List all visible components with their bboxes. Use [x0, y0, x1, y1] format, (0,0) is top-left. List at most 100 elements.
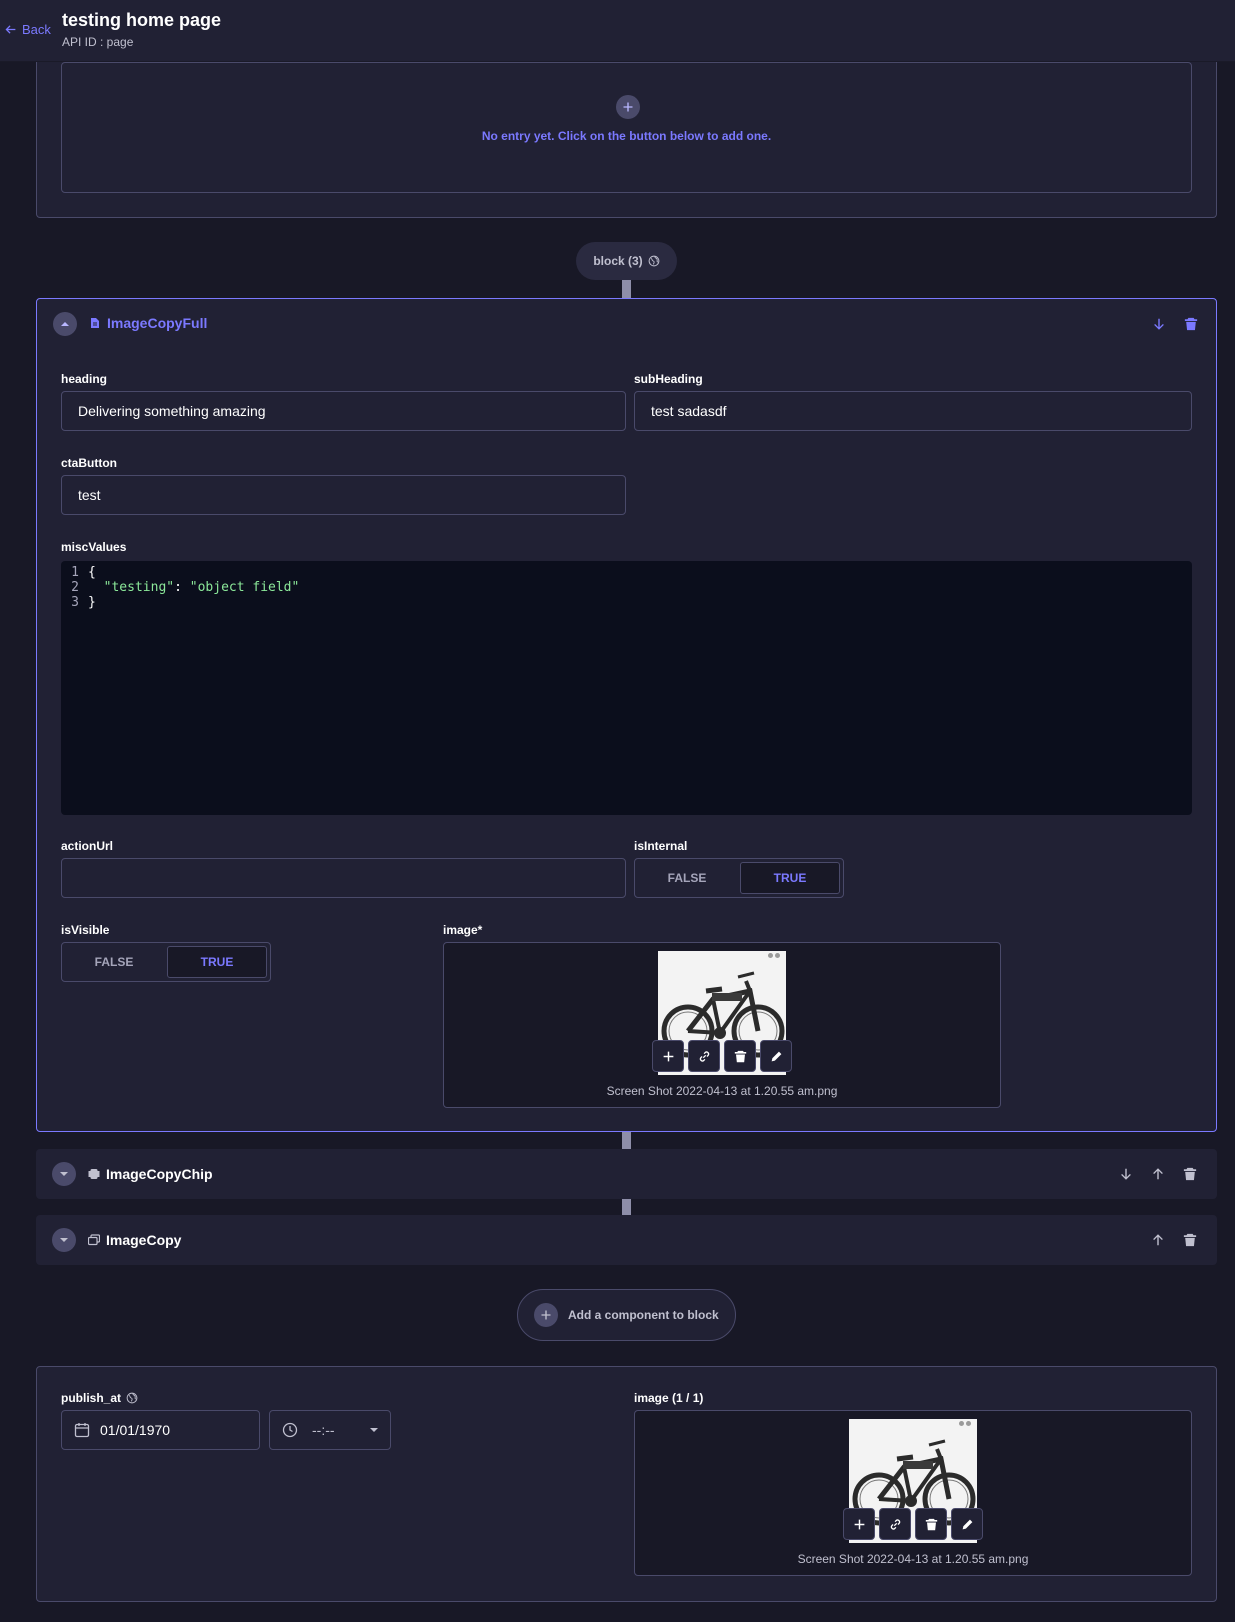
- block-connector: [622, 1132, 631, 1149]
- move-down-button[interactable]: [1151, 316, 1167, 332]
- plus-icon: [662, 1050, 675, 1063]
- component-title[interactable]: ImageCopyFull: [89, 315, 207, 331]
- isinternal-label: isInternal: [634, 839, 688, 853]
- actionurl-label: actionUrl: [61, 839, 114, 853]
- api-id: API ID : page: [62, 35, 134, 49]
- plus-icon: [853, 1518, 866, 1531]
- arrow-down-icon: [1119, 1167, 1133, 1181]
- image-actions: [843, 1508, 983, 1540]
- arrow-up-icon: [1151, 1167, 1165, 1181]
- page-title: testing home page: [62, 10, 222, 30]
- bottom-image-label: image (1 / 1): [634, 1391, 704, 1405]
- image-actions: [652, 1040, 792, 1072]
- block-pill-label: block (3): [593, 254, 643, 268]
- pencil-icon: [961, 1518, 974, 1531]
- chevron-down-icon: [370, 1426, 378, 1434]
- arrow-up-icon: [1151, 1233, 1165, 1247]
- copy-link-button[interactable]: [879, 1508, 911, 1540]
- thumbnail-dots: [768, 953, 780, 958]
- delete-component-button[interactable]: [1182, 1232, 1198, 1248]
- copy-link-button[interactable]: [688, 1040, 720, 1072]
- move-down-button[interactable]: [1118, 1166, 1134, 1182]
- arrow-down-icon: [1152, 317, 1166, 331]
- line-number: 1: [71, 565, 79, 580]
- time-select[interactable]: --:--: [269, 1410, 391, 1450]
- publish-at-label-text: publish_at: [61, 1391, 122, 1405]
- delete-asset-button[interactable]: [915, 1508, 947, 1540]
- pencil-icon: [770, 1050, 783, 1063]
- trash-icon: [1183, 1167, 1197, 1181]
- isvisible-true-button[interactable]: TRUE: [167, 946, 267, 978]
- back-link[interactable]: Back: [4, 22, 51, 37]
- chip-icon: [88, 1169, 100, 1179]
- globe-icon: [126, 1392, 138, 1404]
- ctabutton-input[interactable]: test: [61, 475, 626, 515]
- edit-asset-button[interactable]: [951, 1508, 983, 1540]
- bottom-image-media-box: Screen Shot 2022-04-13 at 1.20.55 am.png: [634, 1410, 1192, 1576]
- move-up-button[interactable]: [1150, 1166, 1166, 1182]
- component-title-label: ImageCopyFull: [107, 315, 208, 331]
- date-input[interactable]: 01/01/1970: [61, 1410, 260, 1450]
- move-up-button[interactable]: [1150, 1232, 1166, 1248]
- trash-icon: [1184, 317, 1198, 331]
- heading-label: heading: [61, 372, 108, 386]
- component-title[interactable]: ImageCopy: [88, 1232, 181, 1248]
- delete-asset-button[interactable]: [724, 1040, 756, 1072]
- expand-toggle[interactable]: [52, 1162, 76, 1186]
- code-value: "object field": [189, 580, 300, 595]
- calendar-icon: [74, 1423, 90, 1438]
- trash-icon: [734, 1050, 747, 1063]
- add-asset-button[interactable]: [652, 1040, 684, 1072]
- code-line: 3}: [61, 595, 96, 610]
- subheading-input[interactable]: test sadasdf: [634, 391, 1192, 431]
- isvisible-toggle: FALSE TRUE: [61, 942, 271, 982]
- link-icon: [698, 1050, 711, 1063]
- header-bar: Back testing home page API ID : page: [0, 0, 1235, 62]
- block-pill: block (3): [576, 242, 677, 280]
- delete-component-button[interactable]: [1182, 1166, 1198, 1182]
- edit-asset-button[interactable]: [760, 1040, 792, 1072]
- block-connector: [622, 280, 631, 298]
- image-label: image*: [443, 923, 483, 937]
- add-asset-button[interactable]: [843, 1508, 875, 1540]
- isvisible-false-button[interactable]: FALSE: [65, 946, 163, 978]
- link-icon: [889, 1518, 902, 1531]
- json-editor[interactable]: 1{ 2 "testing": "object field" 3}: [61, 561, 1192, 815]
- add-entry-plus-icon[interactable]: [616, 95, 640, 119]
- actionurl-input[interactable]: [61, 858, 626, 898]
- add-component-button[interactable]: Add a component to block: [517, 1289, 736, 1341]
- arrow-left-icon: [5, 25, 16, 34]
- bottom-fields-panel: publish_at 01/01/1970 --:-- image (1 / 1…: [36, 1366, 1217, 1602]
- code-text: {: [88, 565, 96, 580]
- clock-icon: [282, 1422, 298, 1438]
- empty-entry-box: No entry yet. Click on the button below …: [61, 62, 1192, 193]
- line-number: 3: [71, 595, 79, 610]
- code-line: 1{: [61, 565, 96, 580]
- ctabutton-label: ctaButton: [61, 456, 117, 470]
- globe-icon: [648, 255, 660, 267]
- isvisible-label: isVisible: [61, 923, 110, 937]
- empty-entry-message: No entry yet. Click on the button below …: [481, 129, 772, 143]
- image-filename: Screen Shot 2022-04-13 at 1.20.55 am.png: [606, 1084, 838, 1098]
- back-label: Back: [22, 22, 51, 37]
- publish-at-label: publish_at: [61, 1391, 138, 1405]
- component-imagecopychip: ImageCopyChip: [36, 1149, 1217, 1199]
- code-sep: :: [174, 580, 190, 595]
- expand-toggle[interactable]: [52, 1228, 76, 1252]
- isinternal-toggle: FALSE TRUE: [634, 858, 844, 898]
- isinternal-true-button[interactable]: TRUE: [740, 862, 840, 894]
- code-line: 2 "testing": "object field": [61, 580, 299, 595]
- component-title-label: ImageCopy: [106, 1232, 182, 1248]
- code-text: }: [88, 595, 96, 610]
- component-title[interactable]: ImageCopyChip: [88, 1166, 213, 1182]
- image-media-box: Screen Shot 2022-04-13 at 1.20.55 am.png: [443, 942, 1001, 1108]
- document-icon: [91, 318, 99, 328]
- heading-input[interactable]: Delivering something amazing: [61, 391, 626, 431]
- component-title-label: ImageCopyChip: [106, 1166, 213, 1182]
- trash-icon: [1183, 1233, 1197, 1247]
- delete-component-button[interactable]: [1183, 316, 1199, 332]
- line-number: 2: [71, 580, 79, 595]
- thumbnail-dots: [959, 1421, 971, 1426]
- isinternal-false-button[interactable]: FALSE: [638, 862, 736, 894]
- collapse-toggle[interactable]: [53, 312, 77, 336]
